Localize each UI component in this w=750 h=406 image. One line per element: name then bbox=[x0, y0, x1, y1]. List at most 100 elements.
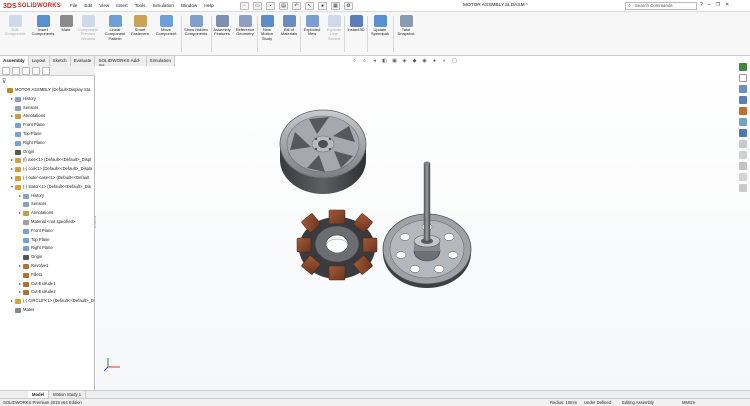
tab-assembly[interactable]: Assembly bbox=[0, 56, 29, 66]
expander-arrow-icon[interactable]: ▸ bbox=[10, 174, 14, 183]
expander-arrow-icon[interactable]: ▸ bbox=[10, 95, 14, 104]
expander-arrow-icon[interactable]: ▸ bbox=[18, 209, 22, 218]
units-system[interactable]: MMGS bbox=[682, 399, 695, 406]
tree-item[interactable]: ▸ (-) CIRCLIP<1> (Default<<Default>_D bbox=[0, 297, 95, 306]
expander-arrow-icon[interactable]: ▸ bbox=[10, 297, 14, 306]
filter-icon[interactable]: ⊽ bbox=[2, 78, 6, 85]
tree-item[interactable]: ▸ Annotations bbox=[0, 112, 95, 121]
dynamic-annotation-icon[interactable]: ▣ bbox=[391, 58, 398, 64]
tab-solidworks-add-ins[interactable]: SOLIDWORKS Add-Ins bbox=[95, 56, 147, 68]
axle-circlip-model[interactable] bbox=[382, 161, 472, 289]
take-snapshot-button[interactable]: Take Snapshot bbox=[394, 15, 418, 37]
update-speedpak-button[interactable]: Update Speedpak bbox=[368, 15, 392, 37]
open-folder-icon[interactable]: ▭ bbox=[253, 2, 262, 10]
file-properties-icon[interactable]: ▦ bbox=[331, 2, 340, 10]
tree-item[interactable]: Right Plane bbox=[0, 139, 95, 148]
tree-item[interactable]: ▸ Cut-Extrude2 bbox=[0, 288, 95, 297]
menu-tools[interactable]: Tools bbox=[135, 3, 146, 8]
display-manager-tab-icon[interactable] bbox=[42, 67, 50, 75]
tree-item[interactable]: Sensors bbox=[0, 104, 95, 113]
undo-icon[interactable]: ↶ bbox=[292, 2, 301, 10]
tree-item[interactable]: ▸ History bbox=[0, 192, 95, 201]
view-settings-icon[interactable]: ▢ bbox=[451, 58, 458, 64]
design-library-icon[interactable] bbox=[739, 74, 747, 82]
tree-item[interactable]: MOTOR ASSMBLY (Default<Display Sta bbox=[0, 86, 95, 95]
tree-item[interactable]: Front Plane bbox=[0, 227, 95, 236]
tree-item[interactable]: ▸ Cut-Extrude1 bbox=[0, 280, 95, 289]
tree-item[interactable]: ▸ (-) outer-case<1> (Default<<Default bbox=[0, 174, 95, 183]
tree-item[interactable]: ▸ (f) axle<1> (Default<<Default>_Displ bbox=[0, 156, 95, 165]
tree-item[interactable]: Front Plane bbox=[0, 121, 95, 130]
solidworks-resources-icon[interactable] bbox=[739, 63, 747, 71]
property-manager-tab-icon[interactable] bbox=[12, 67, 20, 75]
apply-scene-icon[interactable]: ◐ bbox=[441, 58, 448, 64]
help-icon[interactable]: ? bbox=[700, 2, 703, 8]
task-pane-item-icon[interactable] bbox=[739, 140, 747, 148]
expander-arrow-icon[interactable]: ▸ bbox=[10, 156, 14, 165]
task-pane-item-icon[interactable] bbox=[739, 173, 747, 181]
assembly-features-button[interactable]: Assembly Features bbox=[211, 15, 233, 37]
expander-arrow-icon[interactable]: ▸ bbox=[10, 112, 14, 121]
tab-model[interactable]: Model bbox=[28, 391, 50, 398]
insert-components-button[interactable]: Insert Components bbox=[28, 15, 58, 37]
view-orientation-icon[interactable]: ◈ bbox=[401, 58, 408, 64]
zoom-area-icon[interactable]: ⌕ bbox=[361, 58, 368, 64]
expander-arrow-icon[interactable]: ▾ bbox=[10, 183, 14, 192]
menu-view[interactable]: View bbox=[99, 3, 109, 8]
menu-insert[interactable]: Insert bbox=[116, 3, 128, 8]
expander-arrow-icon[interactable]: ▸ bbox=[18, 262, 22, 271]
menu-help[interactable]: Help bbox=[204, 3, 213, 8]
move-component-button[interactable]: Move Component bbox=[152, 15, 180, 37]
tab-layout[interactable]: Layout bbox=[29, 56, 50, 66]
menu-file[interactable]: File bbox=[70, 3, 77, 8]
options-gear-icon[interactable]: ⚙ bbox=[344, 2, 353, 10]
new-motion-study-button[interactable]: New Motion Study bbox=[257, 15, 277, 41]
rebuild-icon[interactable]: ● bbox=[318, 2, 327, 10]
smart-fasteners-button[interactable]: Smart Fasteners bbox=[129, 15, 151, 37]
menu-simulation[interactable]: Simulation bbox=[152, 3, 173, 8]
solidworks-forum-icon[interactable] bbox=[739, 129, 747, 137]
linear-pattern-button[interactable]: Linear Component Pattern bbox=[102, 15, 128, 41]
solidworks-logo[interactable]: 3DS SOLIDWORKS bbox=[3, 2, 61, 10]
save-icon[interactable]: ▪ bbox=[266, 2, 275, 10]
edit-appearance-icon[interactable]: ● bbox=[431, 58, 438, 64]
appearances-icon[interactable] bbox=[739, 107, 747, 115]
exploded-view-button[interactable]: Exploded View bbox=[301, 15, 323, 37]
tree-item[interactable]: ▸ (-) coil<1> (Default<<Default>_Displa bbox=[0, 165, 95, 174]
section-view-icon[interactable]: ◧ bbox=[381, 58, 388, 64]
tab-motion-study-1[interactable]: Motion Study 1 bbox=[49, 391, 87, 398]
file-explorer-icon[interactable] bbox=[739, 85, 747, 93]
show-hidden-components-button[interactable]: Show Hidden Components bbox=[182, 15, 210, 37]
outer-case-model[interactable] bbox=[279, 109, 367, 194]
search-commands-input[interactable]: ⌕ Search Commands bbox=[625, 2, 697, 10]
tree-item[interactable]: Origin bbox=[0, 253, 95, 262]
dimxpert-tab-icon[interactable] bbox=[32, 67, 40, 75]
zoom-to-fit-icon[interactable]: ⌕ bbox=[351, 58, 358, 64]
tree-item[interactable]: Mates bbox=[0, 306, 95, 315]
restore-icon[interactable]: ❐ bbox=[716, 2, 720, 8]
graphics-area[interactable]: ⌕ ⌕ ◂ ◧ ▣ ◈ ◆ ◉ ● ◐ ▢ bbox=[96, 58, 750, 390]
close-icon[interactable]: ✕ bbox=[725, 2, 729, 8]
tree-item[interactable]: ▸ Annotations bbox=[0, 209, 95, 218]
view-palette-icon[interactable] bbox=[739, 96, 747, 104]
tree-item[interactable]: ▸ History bbox=[0, 95, 95, 104]
tab-simulation[interactable]: Simulation bbox=[147, 56, 175, 66]
tree-item[interactable]: Top Plane bbox=[0, 130, 95, 139]
expander-arrow-icon[interactable]: ▸ bbox=[18, 192, 22, 201]
menu-edit[interactable]: Edit bbox=[84, 3, 92, 8]
task-pane-item-icon[interactable] bbox=[739, 151, 747, 159]
tree-item[interactable]: Sensors bbox=[0, 200, 95, 209]
tree-item[interactable]: ▸ Revolve1 bbox=[0, 262, 95, 271]
menu-window[interactable]: Window bbox=[181, 3, 197, 8]
feature-tree-tab-icon[interactable] bbox=[2, 67, 10, 75]
new-document-icon[interactable]: ▫ bbox=[240, 2, 249, 10]
tree-item[interactable]: Material <not specified> bbox=[0, 218, 95, 227]
previous-view-icon[interactable]: ◂ bbox=[371, 58, 378, 64]
explode-line-sketch-button[interactable]: Explode Line Sketch bbox=[324, 15, 344, 41]
tab-sketch[interactable]: Sketch bbox=[50, 56, 71, 66]
configuration-manager-tab-icon[interactable] bbox=[22, 67, 30, 75]
print-icon[interactable]: ▤ bbox=[279, 2, 288, 10]
tree-item[interactable]: Fillet1 bbox=[0, 271, 95, 280]
tab-evaluate[interactable]: Evaluate bbox=[71, 56, 96, 66]
bill-of-materials-button[interactable]: Bill of Materials bbox=[278, 15, 300, 37]
